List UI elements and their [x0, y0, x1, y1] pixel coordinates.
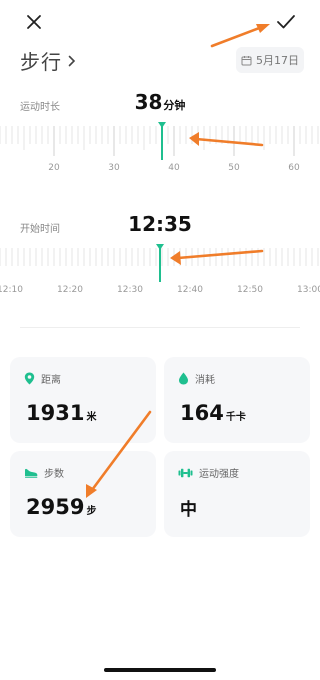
start-time-ruler-slider[interactable]: 12:10 12:20 12:30 12:40 12:50 13:00	[0, 242, 320, 304]
start-time-value: 12:35	[0, 212, 320, 236]
activity-type-selector[interactable]: 步行	[20, 44, 76, 76]
time-ruler-tick-label: 12:40	[177, 285, 203, 295]
time-ruler-tick-label: 13:00	[297, 285, 320, 295]
steps-card: 步数 2959 步	[10, 451, 156, 537]
intensity-value: 中	[180, 500, 197, 520]
confirm-button[interactable]	[272, 8, 300, 36]
duration-ruler-tick-label: 40	[168, 163, 180, 173]
page-title: 步行	[20, 49, 62, 74]
duration-ruler-tick-label: 50	[228, 163, 240, 173]
calories-label: 消耗	[195, 375, 215, 386]
duration-ruler-tick-label: 20	[48, 163, 60, 173]
distance-card: 距离 1931 米	[10, 357, 156, 443]
date-picker-button[interactable]: 5月17日	[236, 47, 304, 73]
shoe-icon	[25, 468, 38, 478]
time-ruler-tick-label: 12:10	[0, 285, 23, 295]
duration-unit: 分钟	[163, 99, 186, 112]
distance-unit: 米	[86, 412, 97, 423]
start-time-number: 12:35	[128, 212, 192, 236]
time-ruler-tick-label: 12:20	[57, 285, 83, 295]
chevron-right-icon	[68, 55, 76, 67]
duration-ruler-slider[interactable]: 20 30 40 50 60	[0, 120, 320, 182]
flame-drop-icon	[179, 372, 188, 385]
calendar-icon	[241, 55, 252, 65]
calories-value: 164	[180, 401, 224, 425]
distance-label: 距离	[41, 375, 61, 386]
distance-value: 1931	[26, 401, 85, 425]
location-pin-icon	[24, 372, 35, 385]
dumbbell-icon	[178, 468, 193, 477]
calories-card: 消耗 164 千卡	[164, 357, 310, 443]
start-time-section: 开始时间 12:35 12:1012:2012:3012:4012:5013:0…	[0, 208, 320, 308]
duration-value: 38分钟	[0, 90, 320, 114]
date-label: 5月17日	[256, 54, 299, 67]
steps-unit: 步	[86, 506, 97, 517]
time-ruler-tick-label: 12:30	[117, 285, 143, 295]
intensity-label: 运动强度	[199, 469, 239, 480]
checkmark-icon	[277, 15, 295, 29]
home-indicator[interactable]	[104, 668, 216, 672]
close-button[interactable]	[20, 8, 48, 36]
top-bar	[0, 0, 320, 42]
duration-ruler-marker-head	[158, 122, 166, 128]
time-ruler-marker-head	[156, 244, 164, 250]
steps-label: 步数	[44, 469, 64, 480]
duration-ruler-tick-label: 60	[288, 163, 300, 173]
close-icon	[27, 15, 41, 29]
duration-ruler-tick-label: 30	[108, 163, 120, 173]
section-divider	[20, 327, 300, 328]
steps-value: 2959	[26, 495, 85, 519]
duration-number: 38	[134, 90, 163, 114]
intensity-card: 运动强度 中	[164, 451, 310, 537]
calories-unit: 千卡	[225, 412, 246, 423]
time-ruler-tick-label: 12:50	[237, 285, 263, 295]
duration-section: 运动时长 38分钟 20 30 40 50 60	[0, 88, 320, 188]
